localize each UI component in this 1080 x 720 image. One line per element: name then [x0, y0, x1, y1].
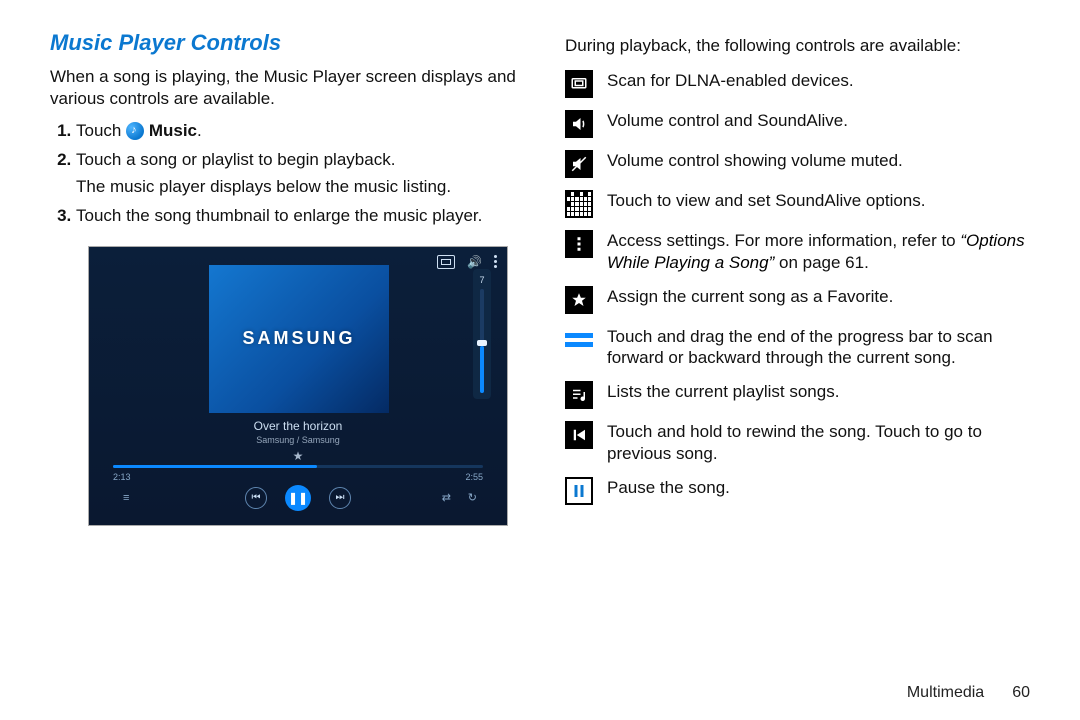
footer-page: 60 — [1012, 684, 1030, 701]
dlna-icon — [437, 255, 455, 269]
album-art: SAMSUNG — [209, 265, 389, 413]
legend-prev: Touch and hold to rewind the song. Touch… — [565, 421, 1040, 465]
speaker-icon — [467, 255, 482, 269]
pause-icon — [565, 477, 593, 505]
controls-legend: Scan for DLNA-enabled devices. Volume co… — [565, 70, 1040, 505]
legend-soundalive: Touch to view and set SoundAlive options… — [565, 190, 1040, 218]
song-title: Over the horizon — [89, 419, 507, 433]
legend-volume-text: Volume control and SoundAlive. — [607, 110, 1040, 132]
list-icon: ≡ — [123, 492, 129, 504]
music-app-icon — [126, 122, 144, 140]
more-icon — [494, 255, 497, 268]
dlna-scan-icon — [565, 70, 593, 98]
footer-section: Multimedia — [907, 684, 984, 701]
legend-settings-text: Access settings. For more information, r… — [607, 230, 1040, 274]
legend-muted: Volume control showing volume muted. — [565, 150, 1040, 178]
legend-prev-text: Touch and hold to rewind the song. Touch… — [607, 421, 1040, 465]
shuffle-icon: ⇄ — [442, 491, 451, 504]
playlist-icon — [565, 381, 593, 409]
step2-text: Touch a song or playlist to begin playba… — [76, 150, 395, 169]
previous-icon — [565, 421, 593, 449]
repeat-icon: ↻ — [468, 491, 477, 504]
legend-pause-text: Pause the song. — [607, 477, 1040, 499]
controls-intro: During playback, the following controls … — [565, 36, 1040, 56]
legend-soundalive-text: Touch to view and set SoundAlive options… — [607, 190, 1040, 212]
music-player-screenshot: SAMSUNG 7 Over the horizon Samsung / Sam… — [88, 246, 508, 526]
steps-list: Touch Music. Touch a song or playlist to… — [50, 120, 525, 228]
step-3: Touch the song thumbnail to enlarge the … — [76, 205, 525, 228]
legend-volume: Volume control and SoundAlive. — [565, 110, 1040, 138]
step1-appname: Music — [149, 121, 197, 140]
progress-bar-icon — [565, 326, 593, 354]
volume-level-label: 7 — [479, 275, 484, 285]
time-total: 2:55 — [465, 472, 483, 482]
progress-area: 2:13 2:55 — [113, 465, 483, 482]
legend-settings-a: Access settings. For more information, r… — [607, 231, 960, 250]
step-2: Touch a song or playlist to begin playba… — [76, 149, 525, 199]
legend-settings: Access settings. For more information, r… — [565, 230, 1040, 274]
page-footer: Multimedia 60 — [907, 684, 1030, 702]
legend-playlist-text: Lists the current playlist songs. — [607, 381, 1040, 403]
step-1: Touch Music. — [76, 120, 525, 143]
soundalive-icon — [565, 190, 593, 218]
volume-icon — [565, 110, 593, 138]
legend-progress-text: Touch and drag the end of the progress b… — [607, 326, 1040, 370]
legend-dlna-text: Scan for DLNA-enabled devices. — [607, 70, 1040, 92]
legend-settings-c: on page 61. — [774, 253, 869, 272]
intro-text: When a song is playing, the Music Player… — [50, 66, 525, 110]
song-artist: Samsung / Samsung — [89, 435, 507, 445]
legend-progress: Touch and drag the end of the progress b… — [565, 326, 1040, 370]
step3-text: Touch the song thumbnail to enlarge the … — [76, 206, 482, 225]
favorite-icon — [565, 286, 593, 314]
album-brand: SAMSUNG — [242, 328, 355, 349]
volume-muted-icon — [565, 150, 593, 178]
transport-controls: ≡ ⏮ ❚❚ ⏭ ⇄ ↻ — [89, 485, 507, 511]
prev-button: ⏮ — [245, 487, 267, 509]
legend-playlist: Lists the current playlist songs. — [565, 381, 1040, 409]
legend-favorite: Assign the current song as a Favorite. — [565, 286, 1040, 314]
legend-pause: Pause the song. — [565, 477, 1040, 505]
time-elapsed: 2:13 — [113, 472, 131, 482]
step2-subtext: The music player displays below the musi… — [76, 176, 525, 199]
legend-dlna: Scan for DLNA-enabled devices. — [565, 70, 1040, 98]
legend-favorite-text: Assign the current song as a Favorite. — [607, 286, 1040, 308]
favorite-star-icon: ★ — [89, 449, 507, 463]
volume-slider: 7 — [473, 269, 491, 399]
legend-muted-text: Volume control showing volume muted. — [607, 150, 1040, 172]
step1-prefix: Touch — [76, 121, 126, 140]
pause-button: ❚❚ — [285, 485, 311, 511]
next-button: ⏭ — [329, 487, 351, 509]
settings-icon — [565, 230, 593, 258]
section-title: Music Player Controls — [50, 30, 525, 56]
step1-period: . — [197, 121, 202, 140]
